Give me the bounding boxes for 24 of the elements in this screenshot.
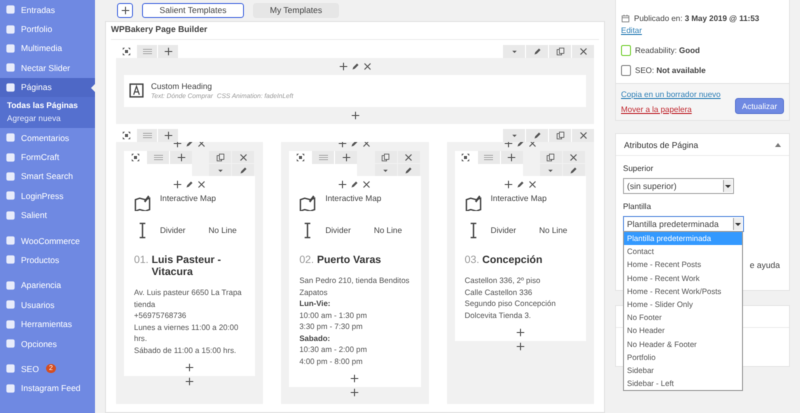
- help-text: e ayuda: [750, 260, 780, 270]
- panel-title: WPBakery Page Builder: [111, 22, 599, 40]
- element-title: Divider: [490, 226, 516, 234]
- location-number: 01.: [134, 254, 149, 266]
- score-text: SEO: Not available: [635, 66, 706, 74]
- element-title: Interactive Map: [490, 194, 547, 203]
- location-name: Puerto Varas: [316, 254, 382, 266]
- element-title: Interactive Map: [160, 194, 216, 203]
- location-number: 03.: [464, 254, 480, 266]
- field-label: Superior: [623, 164, 654, 173]
- element-title: Interactive Map: [325, 194, 382, 203]
- publish-date: Publicado en: 3 May 2019 @ 11:53: [634, 14, 760, 22]
- field-label: Plantilla: [623, 202, 652, 211]
- element-param: No Line: [208, 226, 237, 234]
- element-param: No Line: [374, 226, 402, 234]
- box-title: Atributos de Página: [624, 140, 698, 150]
- element-param: No Line: [539, 226, 568, 234]
- score-text: Readability: Good: [635, 46, 700, 54]
- element-title: Custom Heading: [151, 82, 213, 91]
- element-title: Divider: [160, 226, 186, 234]
- element-title: Divider: [325, 226, 351, 234]
- location-name: Concepción: [482, 254, 542, 266]
- location-name: Luis Pasteur - Vitacura: [152, 254, 222, 278]
- location-number: 02.: [299, 254, 314, 266]
